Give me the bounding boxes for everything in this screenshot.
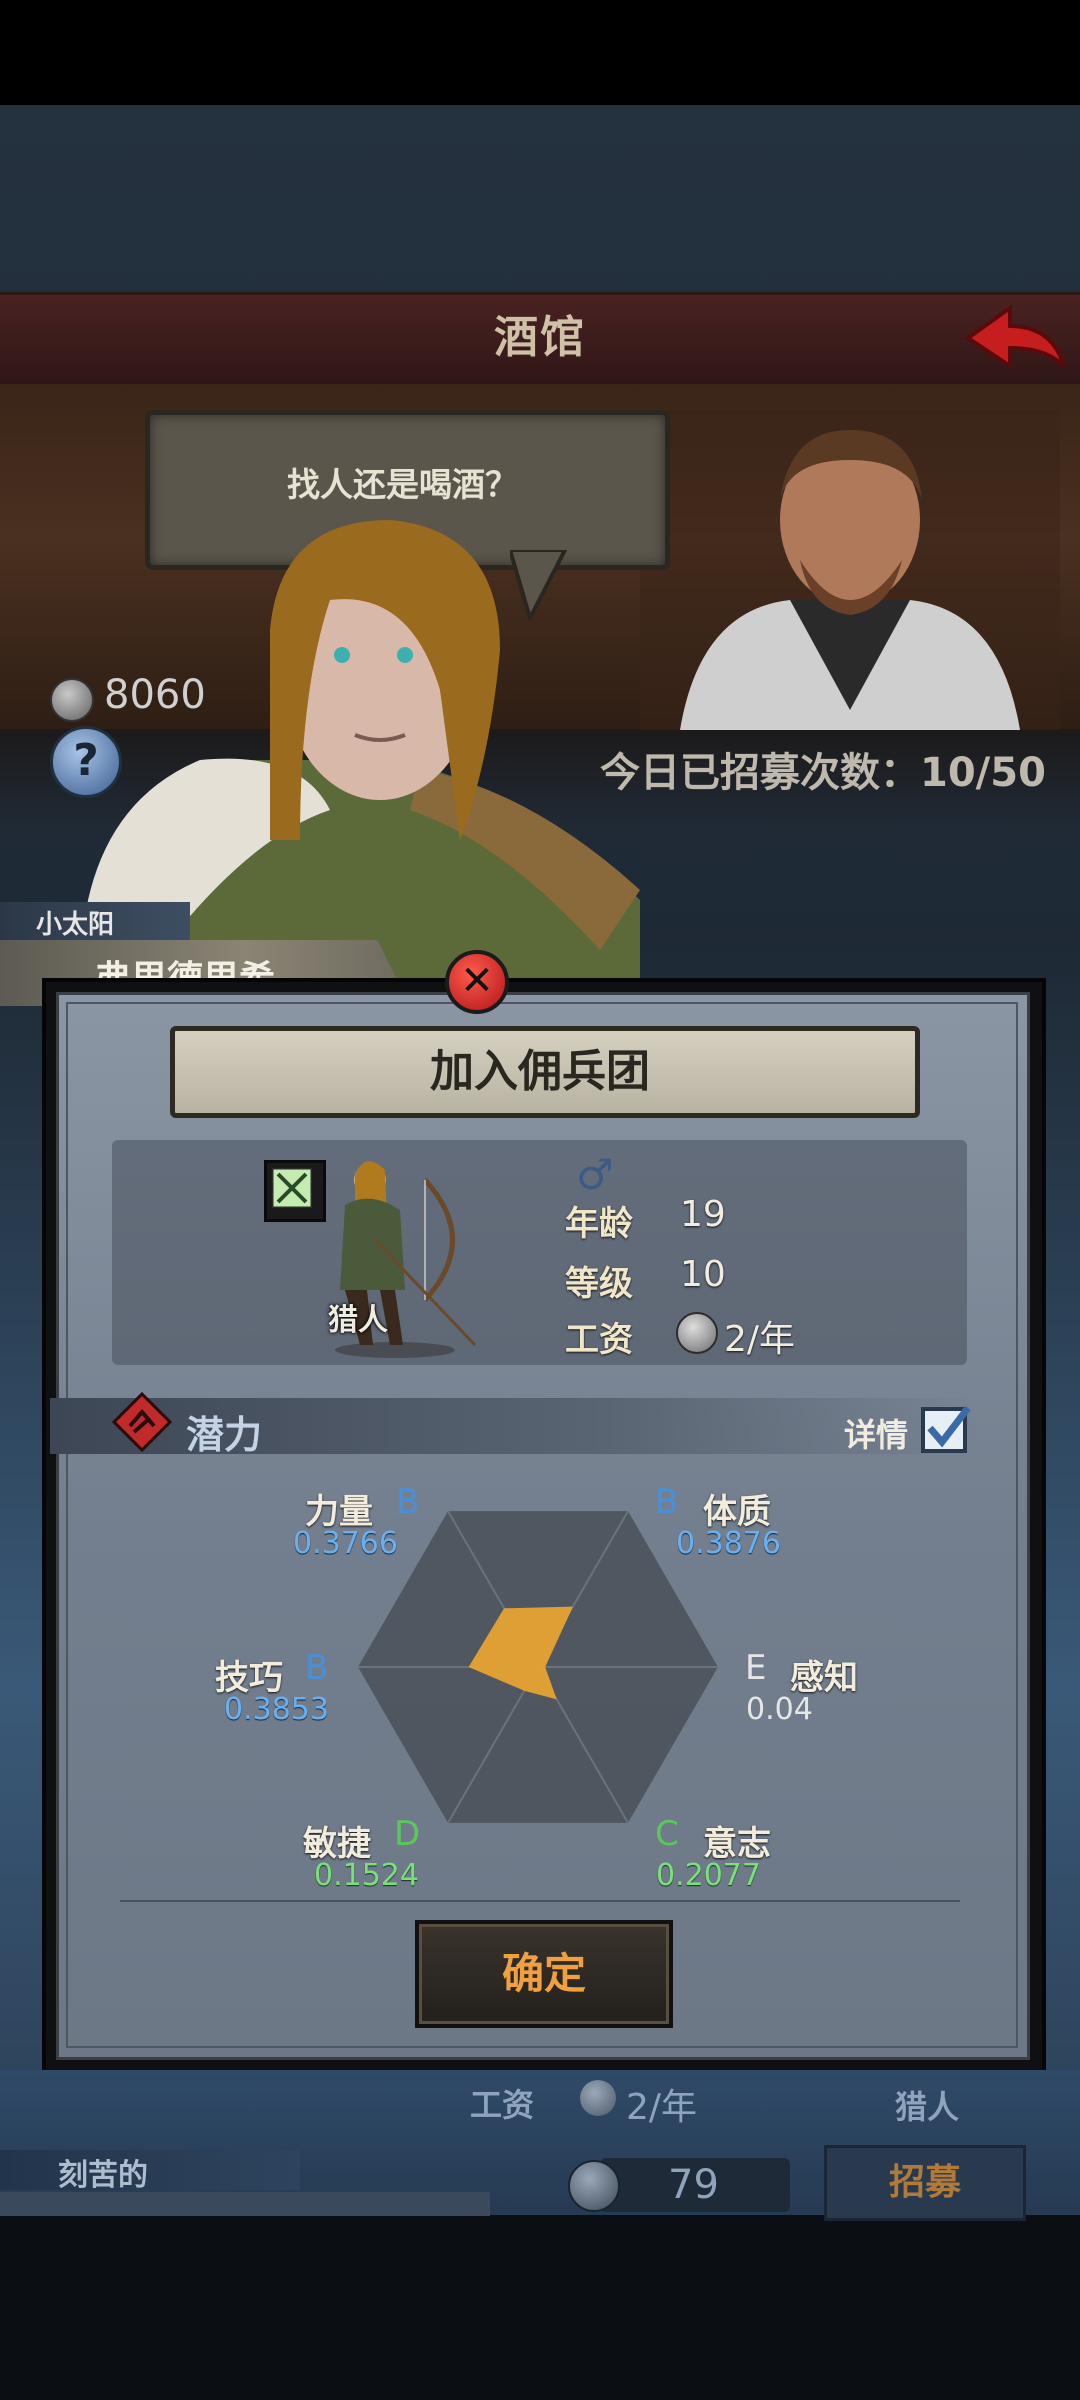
attr-perception-grade: E xyxy=(745,1648,767,1688)
male-icon: ♂ xyxy=(576,1150,614,1199)
silver-coin-icon xyxy=(580,2080,616,2116)
attr-perception-value: 0.04 xyxy=(746,1692,813,1727)
attr-skill-value: 0.3853 xyxy=(224,1692,329,1727)
bg-name-tag xyxy=(0,2192,490,2216)
level-value: 10 xyxy=(680,1254,726,1295)
age-label: 年龄 xyxy=(565,1204,633,1244)
level-label: 等级 xyxy=(565,1264,633,1304)
status-bar xyxy=(0,0,1080,105)
recruit-count: 今日已招募次数：10/50 xyxy=(600,750,1046,796)
bg-trait: 刻苦的 xyxy=(58,2158,148,2193)
attr-will-grade: C xyxy=(655,1814,679,1854)
bg-trait-tag xyxy=(0,2150,300,2190)
silver-coin-icon xyxy=(568,2160,620,2212)
navigation-bar xyxy=(0,2215,1080,2400)
potential-label: 潜力 xyxy=(186,1413,263,1457)
attr-will-value: 0.2077 xyxy=(656,1858,761,1893)
silver-coin-icon xyxy=(676,1312,718,1354)
bg-wage-label: 工资 xyxy=(470,2086,535,2124)
potential-icon xyxy=(112,1392,172,1452)
close-button[interactable]: ✕ xyxy=(445,950,509,1014)
detail-label: 详情 xyxy=(844,1416,909,1454)
confirm-label[interactable]: 确定 xyxy=(415,1920,673,2028)
wage-label: 工资 xyxy=(565,1320,633,1360)
mercenary-title: 小太阳 xyxy=(36,910,115,940)
bg-price: 79 xyxy=(668,2162,719,2208)
back-arrow-icon[interactable] xyxy=(960,300,1070,375)
attr-constitution-value: 0.3876 xyxy=(676,1526,781,1561)
join-banner-text: 加入佣兵团 xyxy=(430,1046,650,1097)
attr-constitution-grade: B xyxy=(655,1482,679,1522)
tavern-title: 酒馆 xyxy=(494,312,586,363)
bg-class: 猎人 xyxy=(895,2088,960,2126)
attr-skill-grade: B xyxy=(305,1648,329,1688)
attr-strength-value: 0.3766 xyxy=(293,1526,398,1561)
class-label: 猎人 xyxy=(328,1303,388,1338)
wage-value: 2/年 xyxy=(724,1319,796,1360)
recruit-label[interactable]: 招募 xyxy=(824,2145,1026,2221)
age-value: 19 xyxy=(680,1194,726,1235)
attr-agility-value: 0.1524 xyxy=(314,1858,419,1893)
bg-wage-value: 2/年 xyxy=(626,2087,698,2128)
attr-strength-grade: B xyxy=(396,1482,420,1522)
mercenary-info-card xyxy=(112,1140,967,1365)
divider xyxy=(120,1900,960,1902)
bartender-portrait xyxy=(640,410,1060,730)
attr-agility-grade: D xyxy=(394,1814,421,1854)
detail-checkbox[interactable] xyxy=(920,1402,972,1454)
